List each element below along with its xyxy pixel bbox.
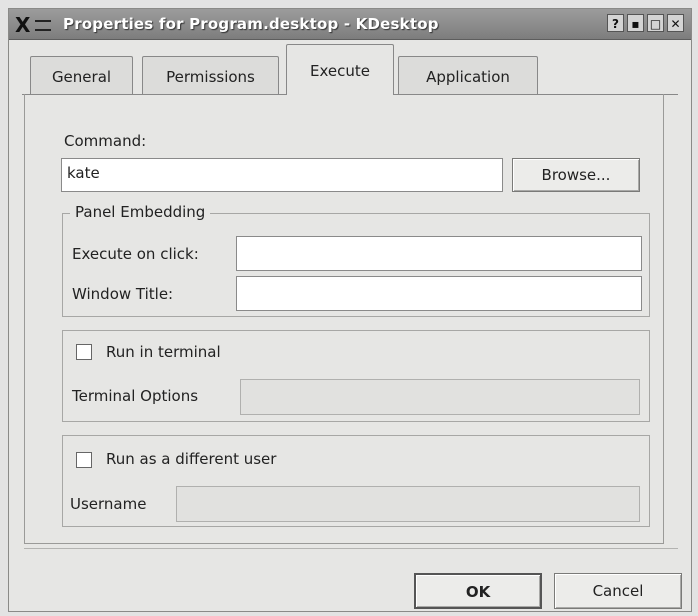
execute-on-click-label: Execute on click:	[72, 245, 199, 263]
execute-on-click-input[interactable]	[236, 236, 642, 271]
terminal-options-label: Terminal Options	[72, 387, 199, 405]
run-in-terminal-checkbox[interactable]	[76, 344, 92, 360]
run-in-terminal-label[interactable]: Run in terminal	[106, 343, 221, 361]
terminal-options-input[interactable]	[240, 379, 640, 415]
maximize-button[interactable]: □	[647, 14, 664, 32]
username-label: Username	[70, 495, 147, 513]
button-separator	[24, 548, 678, 549]
ok-button[interactable]: OK	[414, 573, 542, 609]
tab-permissions[interactable]: Permissions	[142, 56, 279, 94]
window-menu-icon[interactable]	[35, 20, 51, 31]
command-input[interactable]: kate	[61, 158, 503, 192]
browse-button[interactable]: Browse...	[512, 158, 640, 192]
window-title-label: Window Title:	[72, 285, 174, 303]
tab-application[interactable]: Application	[398, 56, 538, 94]
window-title-input[interactable]	[236, 276, 642, 311]
window-title: Properties for Program.desktop - KDeskto…	[63, 15, 439, 33]
title-bar[interactable]: X Properties for Program.desktop - KDesk…	[9, 9, 691, 40]
run-as-different-user-checkbox[interactable]	[76, 452, 92, 468]
command-label: Command:	[64, 132, 147, 150]
cancel-button[interactable]: Cancel	[554, 573, 682, 609]
panel-embedding-legend: Panel Embedding	[70, 203, 211, 221]
username-input[interactable]	[176, 486, 640, 522]
run-as-different-user-label[interactable]: Run as a different user	[106, 450, 276, 468]
x-logo-icon[interactable]: X	[15, 13, 30, 37]
close-button[interactable]: ✕	[667, 14, 684, 32]
help-button[interactable]: ?	[607, 14, 624, 32]
tab-general[interactable]: General	[30, 56, 133, 94]
tab-execute[interactable]: Execute	[286, 44, 394, 95]
minimize-button[interactable]: ▪	[627, 14, 644, 32]
